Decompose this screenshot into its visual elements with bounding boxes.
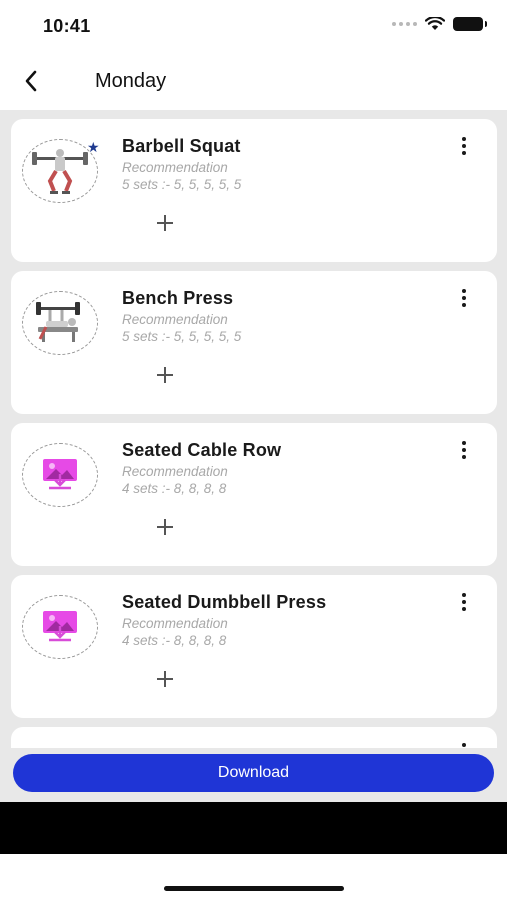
exercise-card[interactable]: ★ Barbell Squat Recommendation 5 sets :-…: [11, 119, 497, 262]
barbell-squat-illustration: [32, 149, 88, 194]
wifi-icon: [425, 17, 445, 30]
exercise-thumbnail: [22, 291, 98, 355]
plus-icon: [157, 215, 173, 231]
plus-icon: [157, 367, 173, 383]
image-placeholder-icon: [43, 611, 77, 642]
exercise-recommendation: Recommendation: [122, 312, 228, 327]
add-set-button[interactable]: [151, 209, 179, 237]
exercise-sets: 4 sets :- 8, 8, 8, 8: [122, 481, 227, 496]
cellular-signal-icon: [392, 22, 417, 26]
status-time: 10:41: [43, 16, 91, 36]
exercise-thumbnail: [22, 443, 98, 507]
bottom-black-bar: [0, 802, 507, 854]
more-options-button[interactable]: [451, 133, 477, 159]
bench-press-illustration: [36, 302, 80, 342]
status-bar: 10:41: [0, 0, 507, 52]
exercise-name: Barbell Squat: [122, 136, 241, 156]
battery-icon: [453, 17, 487, 31]
exercise-list[interactable]: ★ Barbell Squat Recommendation 5 sets :-…: [0, 110, 507, 748]
exercise-sets: 5 sets :- 5, 5, 5, 5, 5: [122, 329, 242, 344]
back-button[interactable]: [14, 64, 48, 98]
more-options-button[interactable]: [451, 437, 477, 463]
exercise-recommendation: Recommendation: [122, 464, 228, 479]
download-button[interactable]: Download: [13, 754, 494, 792]
exercise-thumbnail: [22, 595, 98, 659]
exercise-name: Bench Press: [122, 288, 234, 308]
exercise-recommendation: Recommendation: [122, 616, 228, 631]
exercise-card[interactable]: Seated Dumbbell Press Recommendation 4 s…: [11, 575, 497, 718]
more-options-button[interactable]: [451, 589, 477, 615]
favorite-star-icon: ★: [87, 139, 100, 155]
footer: Download: [0, 748, 507, 802]
nav-bar: Monday: [0, 52, 507, 110]
chevron-left-icon: [25, 70, 37, 92]
exercise-recommendation: Recommendation: [122, 160, 228, 175]
exercise-card[interactable]: Bench Press Recommendation 5 sets :- 5, …: [11, 271, 497, 414]
exercise-sets: 5 sets :- 5, 5, 5, 5, 5: [122, 177, 242, 192]
image-placeholder-icon: [43, 459, 77, 490]
add-set-button[interactable]: [151, 361, 179, 389]
more-options-button[interactable]: [451, 739, 477, 748]
home-indicator-area: [0, 854, 507, 900]
exercise-card[interactable]: Seated Cable Row Recommendation 4 sets :…: [11, 423, 497, 566]
exercise-card-partial[interactable]: [11, 727, 497, 748]
status-icons: [392, 17, 487, 31]
exercise-sets: 4 sets :- 8, 8, 8, 8: [122, 633, 227, 648]
add-set-button[interactable]: [151, 665, 179, 693]
more-options-button[interactable]: [451, 285, 477, 311]
page-title: Monday: [95, 70, 167, 92]
add-set-button[interactable]: [151, 513, 179, 541]
exercise-name: Seated Cable Row: [122, 440, 282, 460]
home-indicator[interactable]: [164, 886, 344, 891]
exercise-name: Seated Dumbbell Press: [122, 592, 327, 612]
plus-icon: [157, 519, 173, 535]
plus-icon: [157, 671, 173, 687]
